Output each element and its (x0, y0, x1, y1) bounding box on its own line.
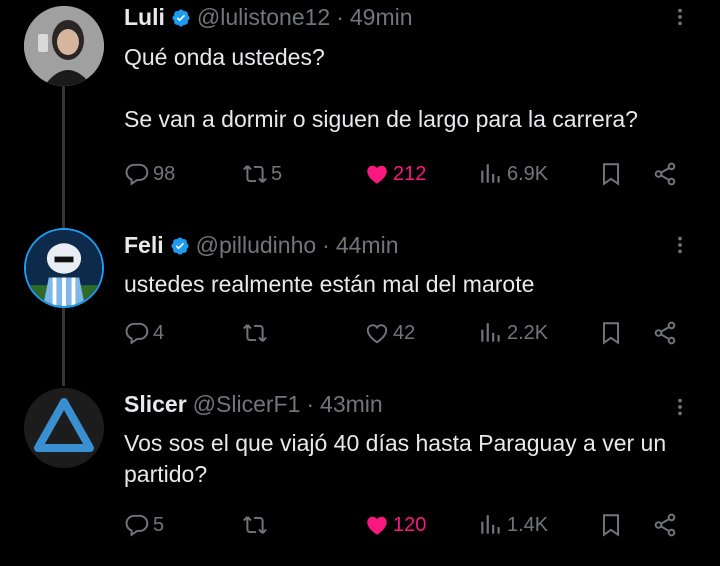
bookmark-icon (598, 161, 624, 187)
reply-icon (124, 320, 150, 346)
views-button[interactable]: 1.4K (478, 512, 548, 538)
retweet-button[interactable] (242, 320, 271, 346)
avatar[interactable] (24, 6, 104, 86)
views-count: 6.9K (507, 162, 549, 185)
retweet-icon (242, 512, 268, 538)
handle[interactable]: @pilludinho (196, 232, 317, 259)
views-icon (478, 320, 504, 346)
avatar[interactable] (24, 228, 104, 308)
views-button[interactable]: 2.2K (478, 320, 548, 346)
tweet-text: ustedes realmente están mal del marote (124, 271, 535, 297)
views-count: 1.4K (507, 513, 549, 536)
views-icon (478, 161, 504, 187)
share-icon (652, 320, 678, 346)
like-button[interactable]: 42 (364, 320, 415, 346)
more-icon[interactable] (668, 6, 692, 28)
share-button[interactable] (652, 320, 678, 346)
retweet-icon (242, 161, 268, 187)
bookmark-button[interactable] (598, 161, 624, 187)
tweet[interactable]: Luli @lulistone12 · 49min Qué onda usted… (0, 0, 720, 215)
reply-count: 5 (153, 513, 165, 536)
bookmark-button[interactable] (598, 320, 624, 346)
tweet[interactable]: Feli @pilludinho · 44min ustedes realmen… (0, 228, 720, 378)
more-icon[interactable] (668, 396, 692, 418)
avatar-image (24, 6, 104, 86)
bookmark-icon (598, 320, 624, 346)
separator: · (306, 391, 315, 417)
like-icon (364, 161, 390, 187)
retweet-button[interactable]: 5 (242, 161, 282, 187)
timestamp[interactable]: 44min (336, 232, 399, 259)
tweet-text: Qué onda ustedes? Se van a dormir o sigu… (124, 44, 638, 132)
views-button[interactable]: 6.9K (478, 161, 548, 187)
handle[interactable]: @SlicerF1 (193, 391, 301, 418)
display-name[interactable]: Feli (124, 232, 164, 259)
like-icon (364, 512, 390, 538)
share-icon (652, 161, 678, 187)
reply-count: 98 (153, 162, 176, 185)
share-button[interactable] (652, 512, 678, 538)
share-button[interactable] (652, 161, 678, 187)
reply-button[interactable]: 4 (124, 320, 164, 346)
separator: · (322, 232, 330, 258)
like-count: 212 (393, 162, 427, 185)
avatar[interactable] (24, 388, 104, 468)
timestamp[interactable]: 49min (350, 4, 413, 31)
retweet-icon (242, 320, 268, 346)
reply-icon (124, 161, 150, 187)
display-name[interactable]: Luli (124, 4, 165, 31)
like-count: 42 (393, 321, 416, 344)
verified-icon (171, 8, 191, 28)
more-icon[interactable] (668, 234, 692, 256)
reply-count: 4 (153, 321, 165, 344)
handle[interactable]: @lulistone12 (197, 4, 330, 31)
retweet-count: 5 (271, 162, 283, 185)
views-count: 2.2K (507, 321, 549, 344)
bookmark-icon (598, 512, 624, 538)
reply-icon (124, 512, 150, 538)
views-icon (478, 512, 504, 538)
display-name[interactable]: Slicer (124, 391, 187, 418)
bookmark-button[interactable] (598, 512, 624, 538)
tweet[interactable]: Slicer @SlicerF1 · 43min Vos sos el que … (0, 388, 720, 558)
reply-button[interactable]: 98 (124, 161, 175, 187)
tweet-text: Vos sos el que viajó 40 días hasta Parag… (124, 430, 673, 487)
like-icon (364, 320, 390, 346)
avatar-image (24, 388, 104, 468)
separator: · (336, 4, 344, 30)
timestamp[interactable]: 43min (320, 391, 383, 418)
retweet-button[interactable] (242, 512, 271, 538)
like-count: 120 (393, 513, 427, 536)
share-icon (652, 512, 678, 538)
reply-button[interactable]: 5 (124, 512, 164, 538)
like-button[interactable]: 212 (364, 161, 426, 187)
verified-icon (170, 236, 190, 256)
avatar-image (26, 230, 102, 306)
like-button[interactable]: 120 (364, 512, 426, 538)
